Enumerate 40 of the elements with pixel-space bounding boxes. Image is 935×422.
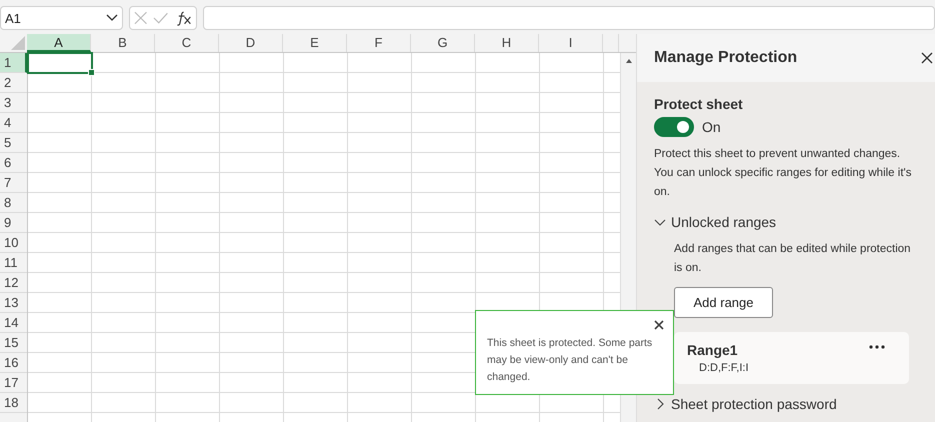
- column-header[interactable]: F: [347, 34, 411, 52]
- row-header[interactable]: 12: [0, 273, 27, 293]
- row-header[interactable]: 14: [0, 313, 27, 333]
- row-header[interactable]: 11: [0, 253, 27, 273]
- add-range-button[interactable]: Add range: [674, 287, 773, 318]
- name-box[interactable]: A1: [0, 6, 123, 30]
- row-header[interactable]: 5: [0, 133, 27, 153]
- column-header[interactable]: H: [475, 34, 539, 52]
- column-header[interactable]: G: [411, 34, 475, 52]
- row-header[interactable]: 15: [0, 333, 27, 353]
- range-name: Range1: [687, 342, 739, 358]
- column-header[interactable]: B: [91, 34, 155, 52]
- unlocked-ranges-expander[interactable]: Unlocked ranges: [654, 214, 921, 230]
- password-expander[interactable]: Sheet protection password: [654, 396, 921, 412]
- row-header[interactable]: 2: [0, 73, 27, 93]
- row-header[interactable]: 10: [0, 233, 27, 253]
- row-header[interactable]: 17: [0, 373, 27, 393]
- description-text: Protect this sheet to prevent unwanted changes. You can unlock specific ranges for editing while it's on.: [654, 147, 912, 200]
- column-header[interactable]: I: [539, 34, 603, 52]
- description-text: Add ranges that can be edited while protection is on.: [674, 242, 912, 276]
- row-header[interactable]: 8: [0, 193, 27, 213]
- row-header[interactable]: 7: [0, 173, 27, 193]
- column-header[interactable]: D: [219, 34, 283, 52]
- column-header[interactable]: C: [155, 34, 219, 52]
- row-header[interactable]: 6: [0, 153, 27, 173]
- range-card[interactable]: Range1 D:D,F:F,I:I: [674, 332, 909, 384]
- column-header[interactable]: E: [283, 34, 347, 52]
- row-header[interactable]: 18: [0, 393, 27, 413]
- section-heading: Protect sheet: [654, 96, 744, 112]
- row-header[interactable]: 16: [0, 353, 27, 373]
- column-header[interactable]: A: [27, 34, 91, 52]
- row-header[interactable]: 3: [0, 93, 27, 113]
- range-address: D:D,F:F,I:I: [698, 362, 748, 374]
- row-header[interactable]: 13: [0, 293, 27, 313]
- row-header[interactable]: 1: [0, 53, 27, 73]
- row-header[interactable]: 4: [0, 113, 27, 133]
- toggle-label: On: [702, 119, 721, 135]
- row-header[interactable]: 9: [0, 213, 27, 233]
- panel-title: Manage Protection: [654, 49, 798, 67]
- notice-text: This sheet is protected. Some parts may be view-only and can't be changed.: [487, 336, 654, 385]
